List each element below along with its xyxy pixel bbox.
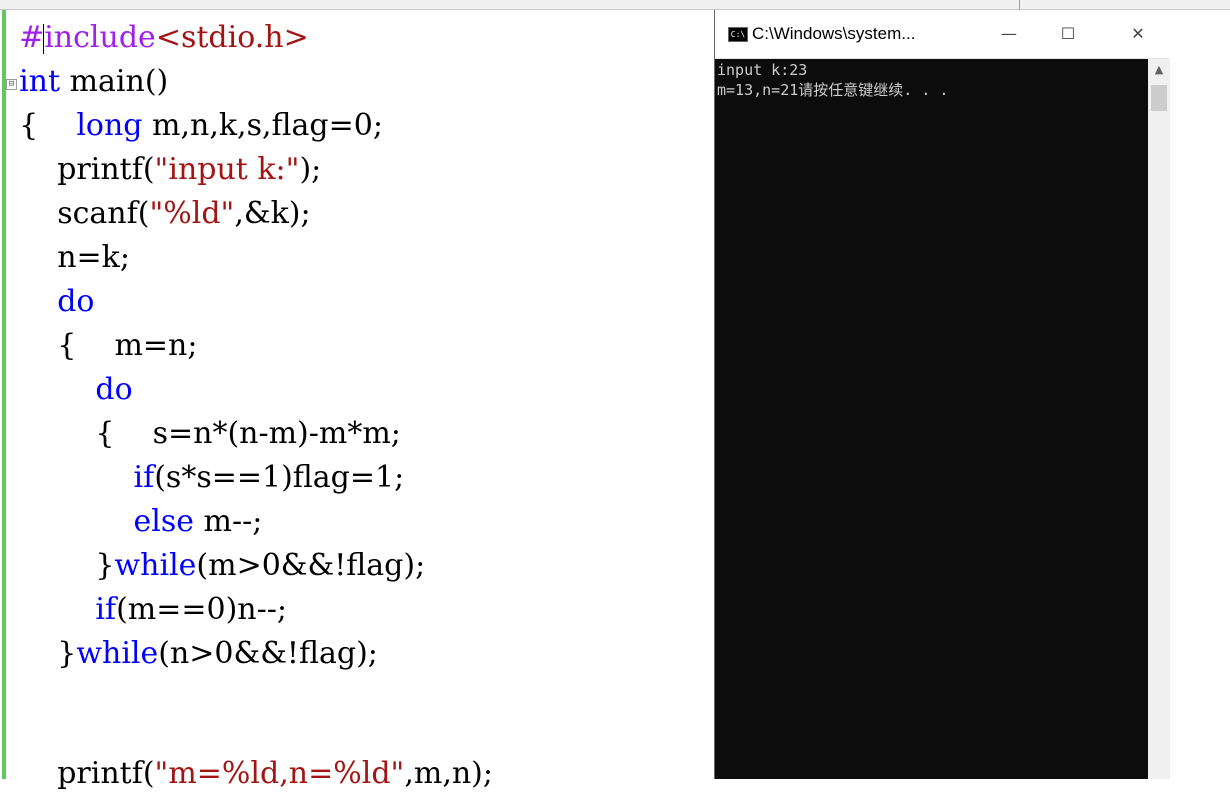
code-line-14[interactable]: if(m==0)n--;	[0, 588, 287, 632]
code-line-6[interactable]: n=k;	[0, 236, 130, 280]
console-output[interactable]: input k:23 m=13,n=21请按任意键继续. . .	[715, 59, 1148, 779]
minimize-button[interactable]: —	[986, 10, 1032, 58]
top-toolbar-strip	[0, 0, 1230, 10]
close-button[interactable]: ✕	[1115, 10, 1161, 58]
code-line-12[interactable]: else m--;	[0, 500, 263, 544]
code-token: else	[133, 504, 195, 539]
code-token: { m=n;	[19, 328, 198, 363]
console-line: input k:23	[717, 61, 808, 79]
code-token: long	[76, 108, 143, 143]
code-line-10[interactable]: { s=n*(n-m)-m*m;	[0, 412, 401, 456]
code-token: (n>0&&!flag);	[158, 636, 378, 671]
code-line-16[interactable]: printf("m=%ld,n=%ld",m,n);	[0, 752, 493, 796]
console-window[interactable]: C:\ C:\Windows\system... — ☐ ✕ input k:2…	[715, 10, 1170, 779]
scrollbar-thumb[interactable]	[1151, 85, 1167, 111]
code-line-3[interactable]: { long m,n,k,s,flag=0;	[0, 104, 383, 148]
code-token: #include	[19, 20, 156, 55]
code-token: (m>0&&!flag);	[196, 548, 426, 583]
code-line-9[interactable]: do	[0, 368, 133, 412]
code-token: }	[19, 636, 77, 671]
maximize-button[interactable]: ☐	[1045, 10, 1091, 58]
code-token: "%ld"	[149, 196, 235, 231]
code-token: ,&k);	[234, 196, 311, 231]
code-token: do	[95, 372, 133, 407]
code-token: (s*s==1)flag=1;	[154, 460, 405, 495]
code-token: m--;	[194, 504, 263, 539]
code-token: <stdio.h>	[155, 20, 309, 55]
code-line-7[interactable]: do	[0, 280, 94, 324]
code-token: do	[57, 284, 95, 319]
console-line: m=13,n=21请按任意键继续. . .	[717, 81, 949, 99]
cmd-icon: C:\	[728, 27, 748, 42]
code-token: if	[133, 460, 155, 495]
right-margin	[1170, 10, 1230, 779]
code-line-11[interactable]: if(s*s==1)flag=1;	[0, 456, 405, 500]
code-line-2[interactable]: int main()	[0, 60, 168, 104]
code-token: while	[114, 548, 197, 583]
code-token: printf(	[19, 756, 155, 791]
code-token: "input k:"	[154, 152, 300, 187]
console-titlebar[interactable]: C:\ C:\Windows\system... — ☐ ✕	[715, 10, 1170, 59]
code-token: ,m,n);	[404, 756, 493, 791]
code-token: n=k;	[19, 240, 130, 275]
console-scrollbar[interactable]: ▲	[1148, 59, 1170, 779]
toolbar-separator	[1019, 0, 1020, 9]
code-token: scanf(	[19, 196, 150, 231]
console-title: C:\Windows\system...	[752, 24, 916, 43]
code-token: int	[19, 64, 61, 99]
code-line-5[interactable]: scanf("%ld",&k);	[0, 192, 311, 236]
code-token: }	[19, 548, 115, 583]
code-line-1[interactable]: #include<stdio.h>	[0, 16, 309, 60]
code-line-8[interactable]: { m=n;	[0, 324, 197, 368]
scroll-up-arrow-icon[interactable]: ▲	[1148, 59, 1170, 81]
code-token: printf(	[19, 152, 155, 187]
code-token: m,n,k,s,flag=0;	[142, 108, 383, 143]
code-token: {	[19, 108, 77, 143]
code-token: );	[299, 152, 322, 187]
code-token: (m==0)n--;	[116, 592, 287, 627]
code-token: { s=n*(n-m)-m*m;	[19, 416, 401, 451]
code-line-13[interactable]: }while(m>0&&!flag);	[0, 544, 425, 588]
code-token: while	[76, 636, 159, 671]
code-line-4[interactable]: printf("input k:");	[0, 148, 321, 192]
code-token: main()	[60, 64, 169, 99]
code-line-15[interactable]: }while(n>0&&!flag);	[0, 632, 378, 676]
code-token: "m=%ld,n=%ld"	[154, 756, 405, 791]
code-token: if	[95, 592, 117, 627]
